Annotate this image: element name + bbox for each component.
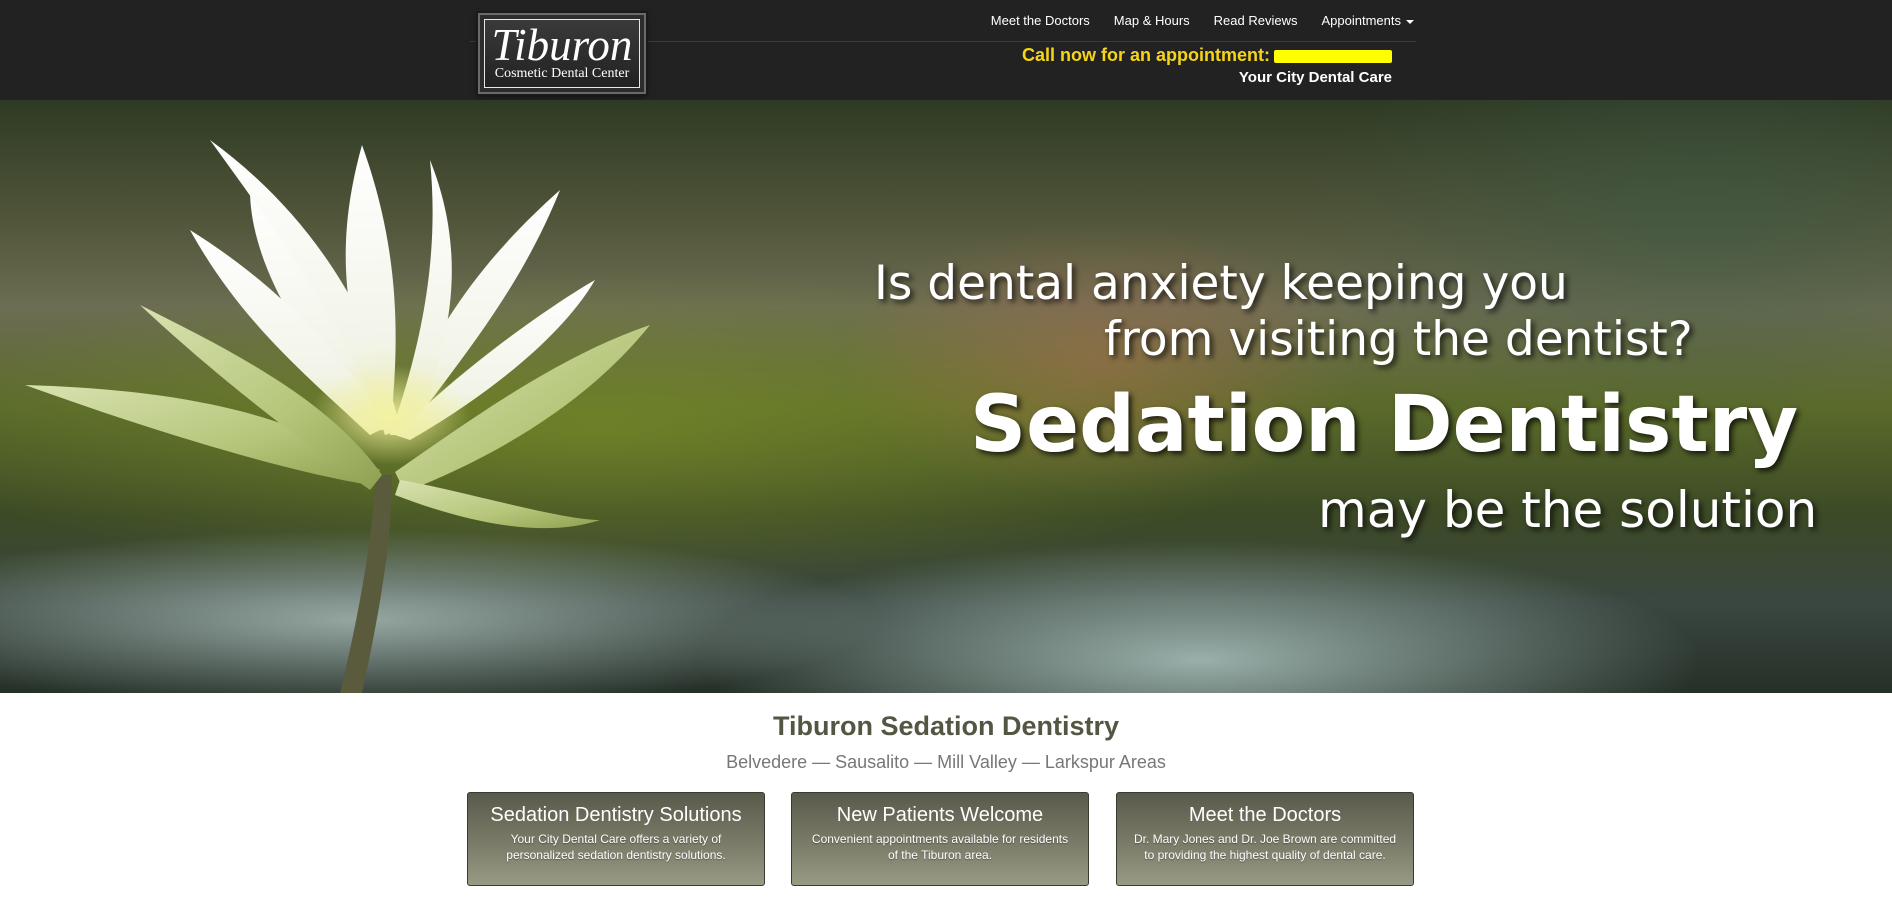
card-meet-the-doctors[interactable]: Meet the Doctors Dr. Mary Jones and Dr. … <box>1116 792 1414 886</box>
site-logo[interactable]: Tiburon Cosmetic Dental Center <box>478 13 646 94</box>
caret-down-icon <box>1406 19 1414 24</box>
hero-line-4: may be the solution <box>1318 481 1818 539</box>
card-new-patients[interactable]: New Patients Welcome Convenient appointm… <box>791 792 1089 886</box>
logo-frame: Tiburon Cosmetic Dental Center <box>484 19 640 88</box>
nav-map-hours[interactable]: Map & Hours <box>1102 12 1202 30</box>
nav-appointments-label: Appointments <box>1321 13 1402 28</box>
logo-subtitle: Cosmetic Dental Center <box>494 66 630 81</box>
nav-appointments-dropdown[interactable]: Appointments <box>1310 12 1414 30</box>
site-header: Tiburon Cosmetic Dental Center Meet the … <box>0 0 1892 100</box>
hero-line-1: Is dental anxiety keeping you <box>874 256 1568 311</box>
nav-meet-the-doctors[interactable]: Meet the Doctors <box>979 12 1102 30</box>
card-title: Meet the Doctors <box>1188 804 1342 826</box>
card-text: Your City Dental Care offers a variety o… <box>506 832 726 862</box>
card-sedation-solutions[interactable]: Sedation Dentistry Solutions Your City D… <box>467 792 765 886</box>
card-text: Convenient appointments available for re… <box>811 832 1069 862</box>
phone-number-redacted[interactable] <box>1274 49 1392 63</box>
hero-line-2: from visiting the dentist? <box>1104 312 1693 367</box>
hero-headline: Sedation Dentistry <box>970 380 1799 470</box>
call-to-action: Call now for an appointment: <box>1022 44 1392 66</box>
nav-read-reviews[interactable]: Read Reviews <box>1202 12 1310 30</box>
page-title: Tiburon Sedation Dentistry <box>772 711 1120 741</box>
logo-name: Tiburon <box>491 20 633 70</box>
call-label: Call now for an appointment: <box>1022 45 1270 65</box>
card-title: Sedation Dentistry Solutions <box>490 804 742 826</box>
hero-banner: Is dental anxiety keeping you from visit… <box>0 100 1892 693</box>
card-text: Dr. Mary Jones and Dr. Joe Brown are com… <box>1133 832 1397 862</box>
service-areas: Belvedere — Sausalito — Mill Valley — La… <box>726 752 1166 772</box>
card-title: New Patients Welcome <box>836 804 1044 826</box>
main-nav: Meet the Doctors Map & Hours Read Review… <box>979 12 1414 30</box>
header-tagline: Your City Dental Care <box>1238 69 1392 86</box>
